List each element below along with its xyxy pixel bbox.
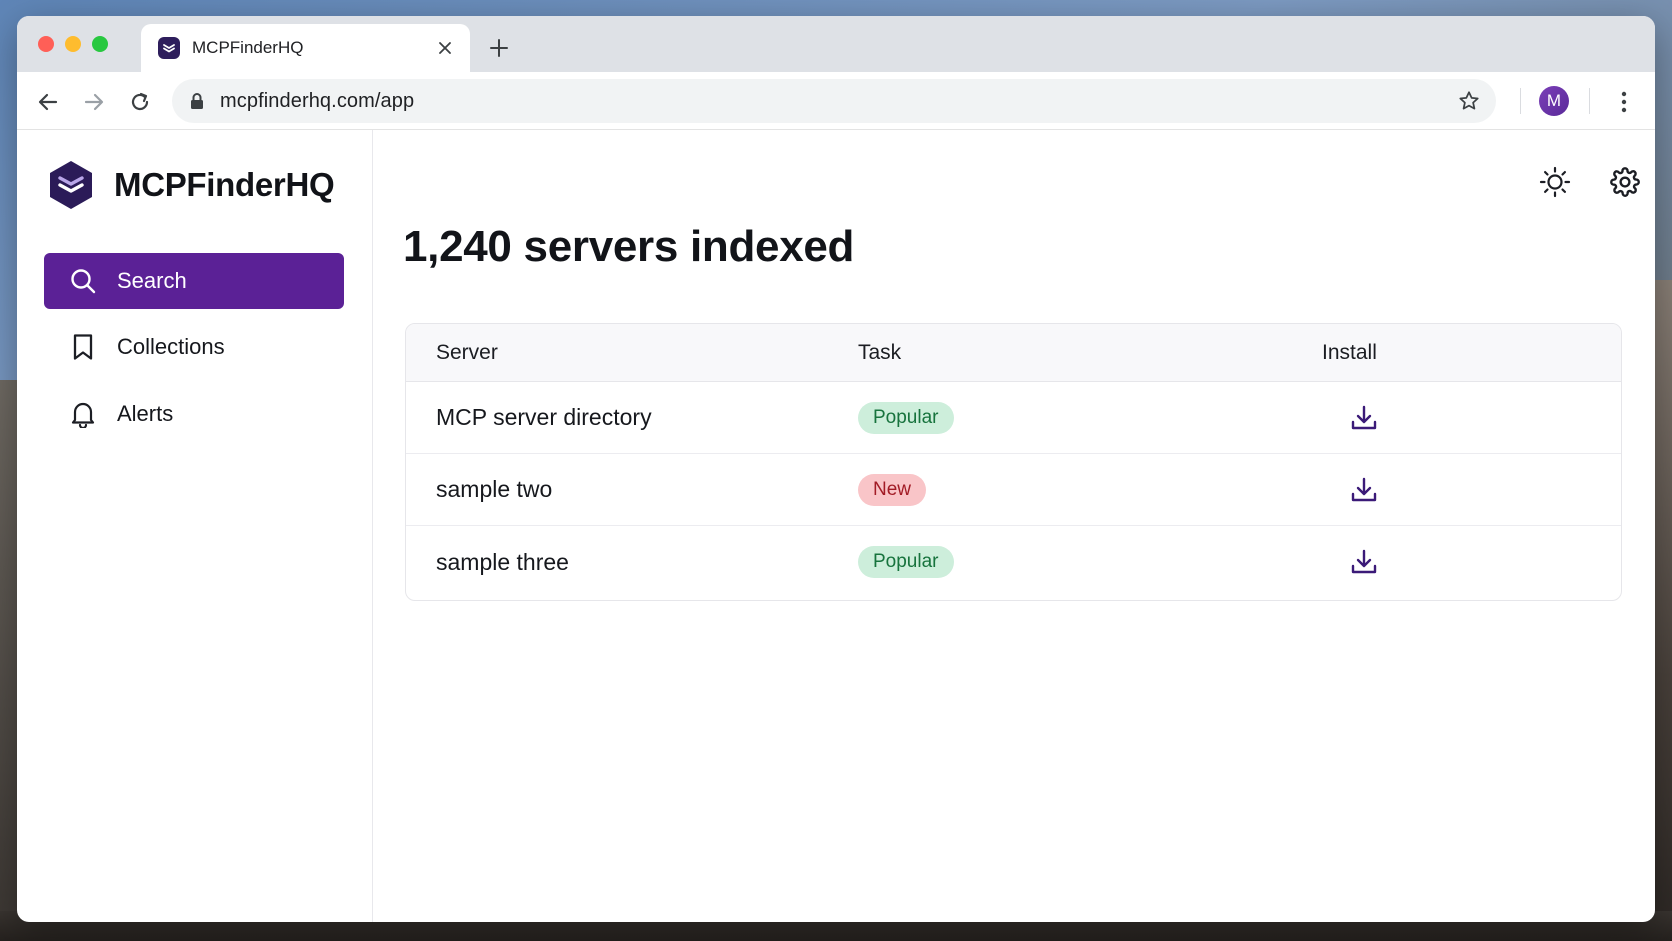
page-title: 1,240 servers indexed bbox=[403, 222, 855, 271]
table-row[interactable]: sample two New bbox=[406, 454, 1621, 526]
tab-strip: MCPFinderHQ bbox=[17, 16, 1655, 72]
brand[interactable]: MCPFinderHQ bbox=[46, 159, 335, 211]
brand-name: MCPFinderHQ bbox=[114, 166, 335, 203]
toolbar-divider bbox=[1520, 88, 1521, 114]
url-text: mcpfinderhq.com/app bbox=[220, 89, 415, 112]
download-icon[interactable] bbox=[1346, 472, 1382, 508]
table-row[interactable]: sample three Popular bbox=[406, 526, 1621, 598]
bookmark-icon bbox=[69, 333, 97, 361]
window-controls bbox=[38, 36, 108, 52]
close-tab-icon[interactable] bbox=[434, 37, 456, 59]
minimize-window-button[interactable] bbox=[65, 36, 81, 52]
settings-gear-icon[interactable] bbox=[1609, 166, 1641, 198]
favicon-icon bbox=[158, 37, 180, 59]
back-icon[interactable] bbox=[34, 88, 62, 116]
bookmark-star-icon[interactable] bbox=[1458, 90, 1480, 112]
tab-title: MCPFinderHQ bbox=[192, 38, 304, 57]
forward-icon[interactable] bbox=[80, 88, 108, 116]
sidebar-item-label: Search bbox=[117, 268, 187, 293]
sidebar-item-collections[interactable]: Collections bbox=[44, 319, 344, 375]
top-actions bbox=[1539, 166, 1641, 198]
address-bar[interactable]: mcpfinderhq.com/app bbox=[172, 79, 1496, 123]
server-name: sample three bbox=[436, 548, 569, 575]
theme-toggle-sun-icon[interactable] bbox=[1539, 166, 1571, 198]
browser-menu-icon[interactable] bbox=[1610, 88, 1638, 116]
column-header-task: Task bbox=[858, 340, 902, 364]
profile-avatar[interactable]: M bbox=[1539, 86, 1569, 116]
lock-icon bbox=[190, 92, 204, 110]
browser-toolbar: mcpfinderhq.com/app M bbox=[17, 72, 1655, 130]
app-root: MCPFinderHQ Search Collections Alerts 1,… bbox=[17, 130, 1655, 922]
reload-icon[interactable] bbox=[126, 88, 154, 116]
search-icon bbox=[69, 267, 97, 295]
main-content: 1,240 servers indexed Server Task Instal… bbox=[373, 130, 1655, 922]
task-badge: Popular bbox=[858, 546, 954, 578]
download-icon[interactable] bbox=[1346, 400, 1382, 436]
task-badge: Popular bbox=[858, 401, 954, 434]
bell-icon bbox=[69, 400, 97, 428]
sidebar-item-search[interactable]: Search bbox=[44, 253, 344, 309]
task-badge: New bbox=[858, 473, 927, 506]
download-icon[interactable] bbox=[1346, 544, 1382, 580]
column-header-install: Install bbox=[1322, 340, 1377, 364]
sidebar: MCPFinderHQ Search Collections Alerts bbox=[17, 130, 373, 922]
server-name: sample two bbox=[436, 476, 553, 502]
browser-tab[interactable]: MCPFinderHQ bbox=[141, 24, 470, 72]
maximize-window-button[interactable] bbox=[92, 36, 108, 52]
sidebar-item-label: Collections bbox=[117, 334, 225, 359]
table-header: Server Task Install bbox=[406, 324, 1621, 382]
sidebar-item-alerts[interactable]: Alerts bbox=[44, 386, 344, 442]
new-tab-icon[interactable] bbox=[485, 34, 513, 62]
table-row[interactable]: MCP server directory Popular bbox=[406, 382, 1621, 454]
sidebar-item-label: Alerts bbox=[117, 401, 174, 426]
logo-icon bbox=[50, 161, 92, 209]
servers-table: Server Task Install MCP server directory… bbox=[405, 323, 1622, 601]
browser-window: MCPFinderHQ mcpfinderhq.com/app M MCPFin… bbox=[17, 16, 1655, 922]
toolbar-divider bbox=[1589, 88, 1590, 114]
server-name: MCP server directory bbox=[436, 404, 652, 430]
column-header-server: Server bbox=[436, 340, 498, 364]
close-window-button[interactable] bbox=[38, 36, 54, 52]
